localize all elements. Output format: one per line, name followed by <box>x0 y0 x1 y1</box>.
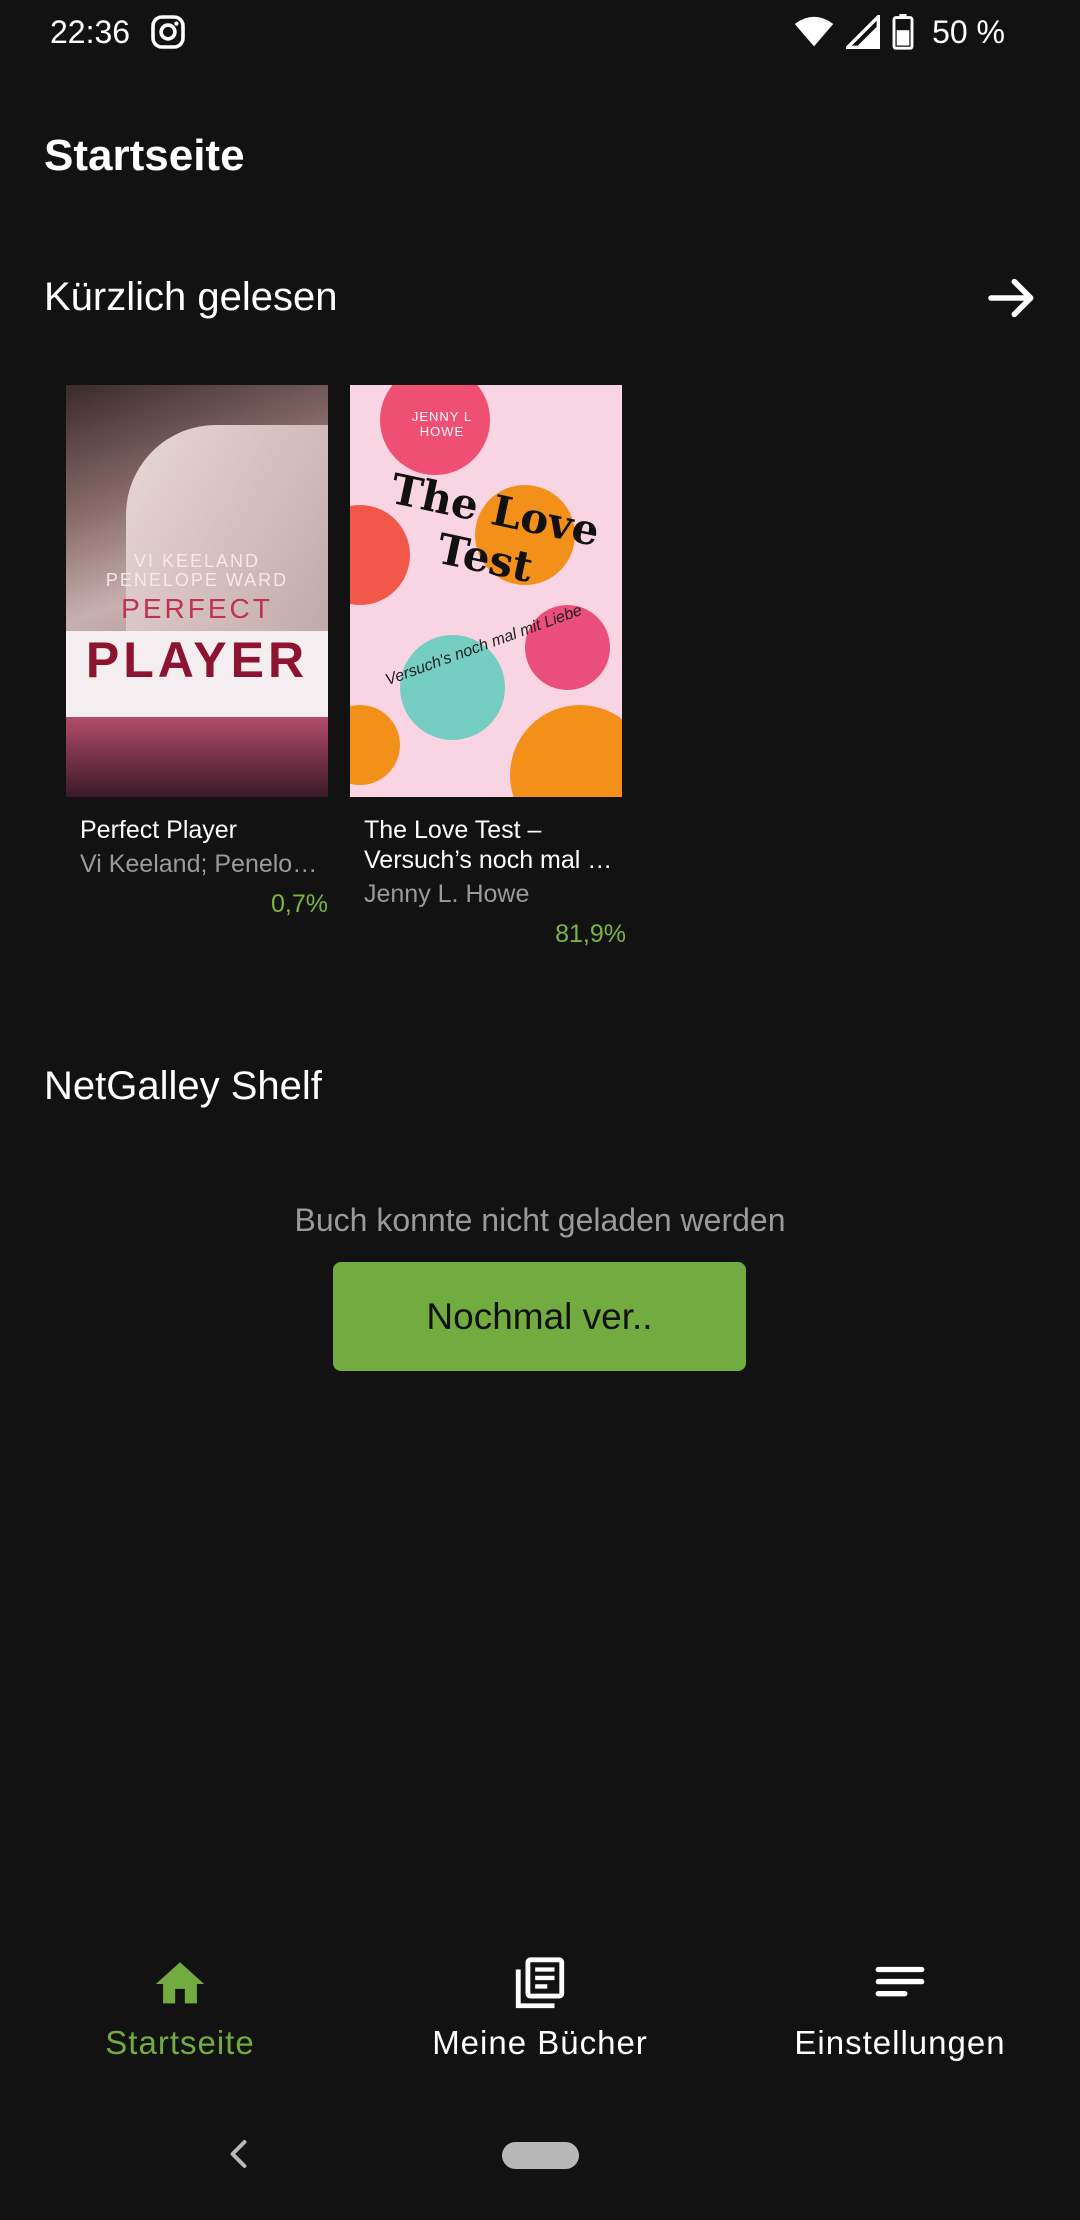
book-title: The Love Test – Versuch’s noch mal … <box>364 816 613 874</box>
book-card-perfect-player[interactable]: VI KEELAND PENELOPE WARD PERFECT PLAYER … <box>66 385 330 919</box>
page-title: Startseite <box>44 131 245 180</box>
wifi-icon <box>794 16 834 47</box>
status-icons: 50 % <box>794 12 1005 52</box>
shelf-section-title: NetGalley Shelf <box>44 1064 322 1108</box>
nav-label-home: Startseite <box>105 2024 255 2061</box>
book-cover: VI KEELAND PENELOPE WARD PERFECT PLAYER <box>66 385 328 797</box>
recent-section-title: Kürzlich gelesen <box>44 275 338 319</box>
back-chevron-icon[interactable] <box>222 2134 258 2174</box>
retry-button[interactable]: Nochmal ver.. <box>333 1262 746 1371</box>
book-card-love-test[interactable]: JENNY L HOWE The Love Test Versuch's noc… <box>350 385 626 949</box>
system-home-pill[interactable] <box>502 2142 579 2169</box>
status-time: 22:36 <box>50 14 131 50</box>
book-author: Vi Keeland; Penelop… <box>80 850 330 878</box>
battery-icon <box>892 14 914 50</box>
error-message: Buch konnte nicht geladen werden <box>294 1202 786 1238</box>
nav-label-settings: Einstellungen <box>794 2024 1006 2061</box>
nav-item-my-books[interactable]: Meine Bücher <box>400 1955 680 2065</box>
home-icon <box>155 1962 205 2004</box>
book-cover: JENNY L HOWE The Love Test Versuch's noc… <box>350 385 622 797</box>
cover-author: JENNY L HOWE <box>411 409 473 439</box>
nav-item-home[interactable]: Startseite <box>60 1955 300 2065</box>
nav-item-settings[interactable]: Einstellungen <box>760 1955 1040 2065</box>
book-author: Jenny L. Howe <box>364 880 530 908</box>
cover-author-line1: VI KEELAND <box>133 551 261 571</box>
instagram-icon <box>151 15 185 49</box>
book-progress: 0,7% <box>271 890 328 918</box>
battery-percent: 50 % <box>932 13 1005 50</box>
book-title: Perfect Player <box>80 816 238 844</box>
arrow-right-icon[interactable] <box>984 270 1040 326</box>
cover-author-line2: PENELOPE WARD <box>105 570 289 590</box>
signal-icon <box>846 15 881 49</box>
library-icon <box>515 1957 565 2009</box>
menu-lines-icon <box>875 1966 925 1997</box>
book-progress: 81,9% <box>555 920 626 948</box>
nav-label-my-books: Meine Bücher <box>432 2024 648 2061</box>
cover-title-word1: PERFECT <box>121 593 273 624</box>
cover-title-word2: PLAYER <box>85 632 309 688</box>
